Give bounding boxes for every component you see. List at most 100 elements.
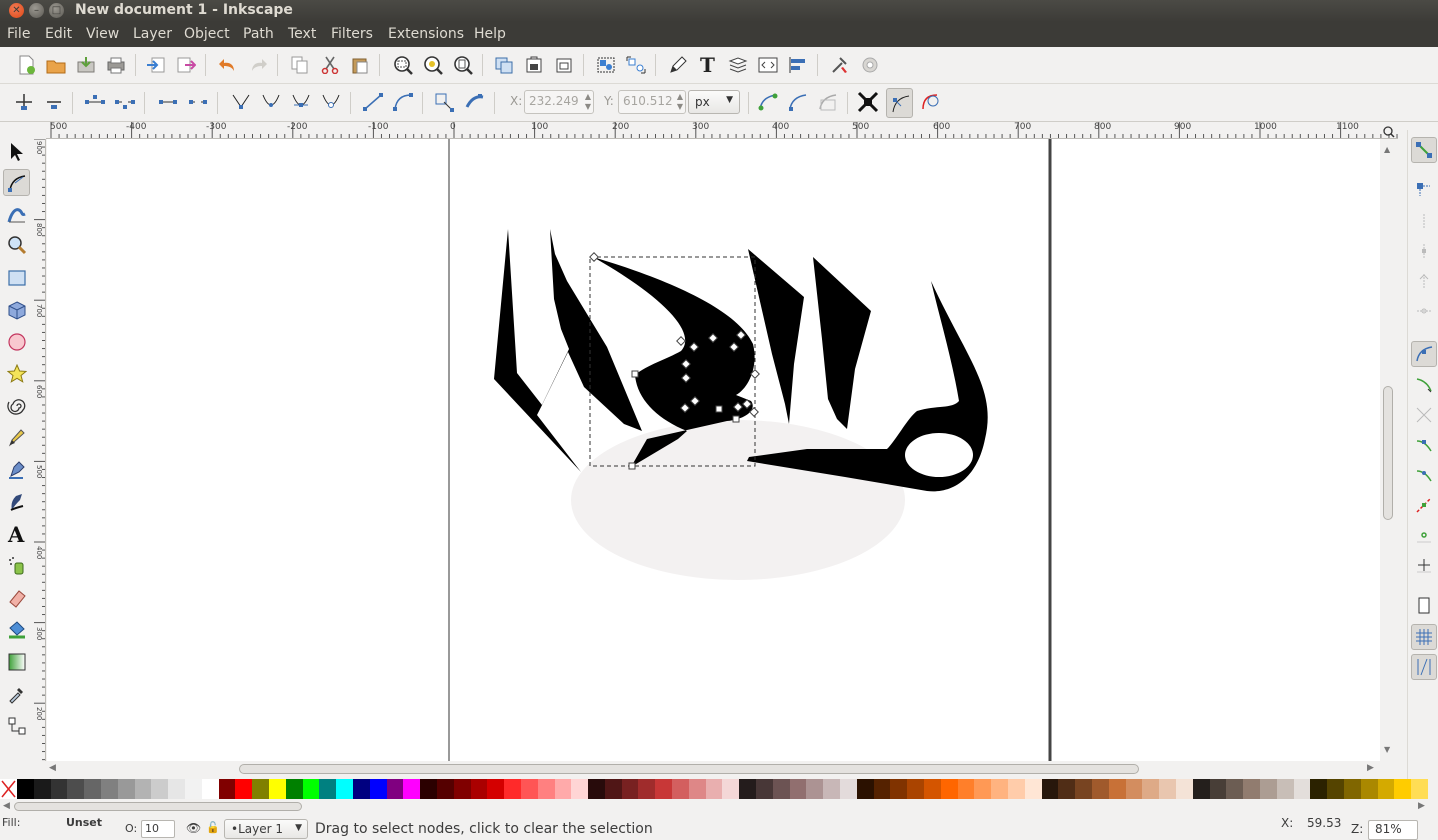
color-swatch[interactable] [638,779,656,799]
clone-icon[interactable] [522,53,546,77]
vertical-scrollbar[interactable]: ▲ ▼ [1380,139,1396,761]
color-swatch[interactable] [1310,779,1328,799]
color-swatch[interactable] [1293,779,1311,799]
menu-edit[interactable]: Edit [45,26,72,42]
selector-tool[interactable] [3,138,30,165]
color-swatch[interactable] [67,779,85,799]
import-icon[interactable] [144,53,168,77]
color-swatch[interactable] [1041,779,1059,799]
stroke-to-path-icon[interactable] [463,90,487,114]
segment-curve-icon[interactable] [391,90,415,114]
object-to-path-icon[interactable] [433,90,457,114]
smooth-node-icon[interactable] [259,90,283,114]
color-swatch[interactable] [1108,779,1126,799]
cut-icon[interactable] [318,53,342,77]
join-nodes-icon[interactable] [83,90,107,114]
auto-smooth-node-icon[interactable] [319,90,343,114]
snap-path-intersection-icon[interactable] [1411,402,1437,428]
color-swatch[interactable] [1394,779,1412,799]
color-swatch[interactable] [739,779,757,799]
tweak-tool[interactable] [3,200,30,227]
3d-box-tool[interactable] [3,296,30,323]
join-segment-icon[interactable] [156,90,180,114]
layers-icon[interactable] [726,53,750,77]
color-swatch[interactable] [1343,779,1361,799]
drawing-canvas[interactable] [47,139,1380,761]
snap-toggle-icon[interactable] [1411,137,1437,163]
color-swatch[interactable] [722,779,740,799]
snap-bbox-center-icon[interactable] [1411,298,1437,324]
paste-icon[interactable] [348,53,372,77]
color-swatch[interactable] [352,779,370,799]
color-swatch[interactable] [1008,779,1025,799]
color-swatch[interactable] [873,779,891,799]
color-swatch[interactable] [504,779,521,799]
cusp-node-icon[interactable] [229,90,253,114]
shadow-ellipse[interactable] [571,420,905,580]
color-swatch[interactable] [302,779,320,799]
layer-select[interactable]: •Layer 1 ▼ [224,819,308,839]
color-swatch[interactable] [17,779,34,799]
save-icon[interactable] [74,53,98,77]
color-swatch[interactable] [268,779,286,799]
color-swatch[interactable] [1259,779,1277,799]
letter-l1-path[interactable] [748,249,804,424]
color-swatch[interactable] [890,779,908,799]
show-path-outline-icon[interactable] [918,90,942,114]
color-swatch[interactable] [117,779,135,799]
align-icon[interactable] [786,53,810,77]
vertical-scroll-thumb[interactable] [1383,386,1393,520]
color-swatch[interactable] [100,779,118,799]
close-window-button[interactable]: ✕ [9,3,24,18]
menu-object[interactable]: Object [184,26,230,42]
color-swatch[interactable] [1226,779,1244,799]
color-swatch[interactable] [33,779,51,799]
snap-guide-icon[interactable] [1411,654,1437,680]
color-swatch[interactable] [184,779,202,799]
color-swatch[interactable] [453,779,471,799]
snap-line-midpoints-icon[interactable] [1411,492,1437,518]
color-swatch[interactable] [1243,779,1260,799]
snap-nodes-icon[interactable] [1411,341,1437,367]
zoom-field[interactable]: 81% [1368,820,1418,840]
scroll-up-arrow[interactable]: ▲ [1384,145,1390,154]
color-swatch[interactable] [1175,779,1193,799]
color-swatch[interactable] [655,779,673,799]
eye-icon[interactable]: 👁 [186,821,201,835]
color-swatch[interactable] [907,779,925,799]
print-icon[interactable] [104,53,128,77]
color-swatch[interactable] [1125,779,1143,799]
color-swatch[interactable] [1209,779,1227,799]
scroll-left-arrow[interactable]: ◀ [49,763,56,773]
color-swatch[interactable] [218,779,236,799]
y-coordinate-field[interactable]: 610.512 ▲ ▼ [618,90,686,114]
edit-mask-icon[interactable] [816,90,840,114]
palette-scroll-right[interactable]: ▶ [1418,801,1425,811]
color-swatch[interactable] [520,779,538,799]
horizontal-scroll-thumb[interactable] [239,764,1139,774]
opacity-field[interactable]: 10 [141,820,175,838]
minimize-window-button[interactable]: – [29,3,44,18]
color-swatch[interactable] [756,779,773,799]
snap-paths-icon[interactable] [1411,372,1437,398]
gradient-tool[interactable] [3,648,30,675]
eraser-tool[interactable] [3,584,30,611]
color-swatch[interactable] [823,779,841,799]
preferences-icon[interactable] [828,53,852,77]
color-swatch[interactable] [806,779,824,799]
color-swatch[interactable] [991,779,1009,799]
snap-page-border-icon[interactable] [1411,593,1437,619]
dropper-tool[interactable] [3,680,30,707]
text-tool[interactable]: A [3,520,30,547]
fill-stroke-icon[interactable] [666,53,690,77]
color-swatch[interactable] [151,779,169,799]
snap-rotation-center-icon[interactable] [1411,552,1437,578]
menu-filters[interactable]: Filters [331,26,373,42]
color-swatch[interactable] [1024,779,1042,799]
color-swatch[interactable] [705,779,723,799]
star-tool[interactable] [3,360,30,387]
open-icon[interactable] [44,53,68,77]
color-swatch[interactable] [840,779,857,799]
color-swatch[interactable] [1377,779,1395,799]
color-swatch[interactable] [201,779,219,799]
